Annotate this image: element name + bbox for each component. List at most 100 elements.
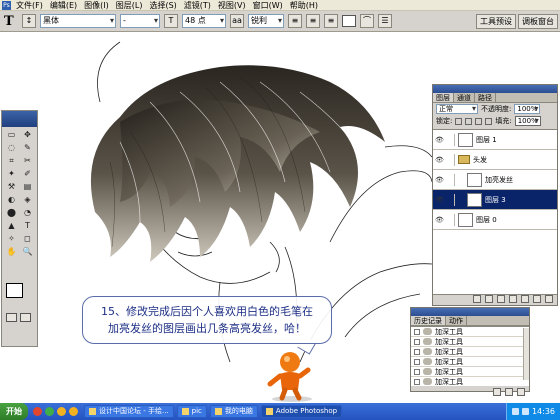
align-left-icon[interactable]: ≡ <box>288 14 302 28</box>
folder-quicklaunch-icon[interactable] <box>57 407 66 416</box>
menu-item-8[interactable]: 帮助(H) <box>290 0 318 11</box>
menu-item-5[interactable]: 滤镜(T) <box>184 0 211 11</box>
antialias-select[interactable]: 锐利 <box>248 14 284 28</box>
layer-row[interactable]: 👁 图层 3 <box>433 190 557 210</box>
tool-12-icon[interactable]: ⬤ <box>4 207 19 219</box>
menu-item-4[interactable]: 选择(S) <box>149 0 176 11</box>
tool-2-icon[interactable]: ◌ <box>4 142 19 154</box>
folder2-quicklaunch-icon[interactable] <box>69 407 78 416</box>
layer-link-slot[interactable] <box>445 153 455 166</box>
tool-6-icon[interactable]: ✦ <box>4 168 19 180</box>
menu-item-2[interactable]: 图像(I) <box>84 0 109 11</box>
palette-well-1[interactable]: 调板窗台 <box>518 14 558 29</box>
warp-text-icon[interactable]: ⌒ <box>360 14 374 28</box>
tool-3-icon[interactable]: ✎ <box>20 142 35 154</box>
font-size-select[interactable]: 48 点 <box>182 14 226 28</box>
menu-item-1[interactable]: 编辑(E) <box>50 0 77 11</box>
layer-link-slot[interactable] <box>445 133 455 146</box>
visibility-eye-icon[interactable]: 👁 <box>435 196 445 204</box>
layers-palette-titlebar[interactable] <box>433 85 557 93</box>
snapshot-icon[interactable] <box>505 388 513 396</box>
layer-row[interactable]: 👁 头发 <box>433 150 557 170</box>
visibility-eye-icon[interactable]: 👁 <box>435 136 445 144</box>
lock-transparent-icon[interactable] <box>455 117 463 125</box>
tool-0-icon[interactable]: ▭ <box>4 129 19 141</box>
visibility-eye-icon[interactable]: 👁 <box>435 156 445 164</box>
tool-10-icon[interactable]: ◐ <box>4 194 19 206</box>
blend-mode-select[interactable]: 正常 <box>436 104 478 114</box>
menu-item-7[interactable]: 窗口(W) <box>253 0 283 11</box>
text-orientation-button[interactable]: ↕ <box>22 14 36 28</box>
type-tool-icon[interactable]: T <box>4 14 18 29</box>
new-document-from-state-icon[interactable] <box>493 388 501 396</box>
start-button[interactable]: 开始 <box>0 403 28 420</box>
tool-9-icon[interactable]: ▤ <box>20 181 35 193</box>
tool-1-icon[interactable]: ✥ <box>20 129 35 141</box>
tab-layers-0[interactable]: 图层 <box>433 93 454 102</box>
tool-8-icon[interactable]: ⚒ <box>4 181 19 193</box>
tool-19-icon[interactable]: 🔍 <box>20 246 35 258</box>
lock-position-icon[interactable] <box>475 117 483 125</box>
palette-well-0[interactable]: 工具预设 <box>476 14 516 29</box>
delete-state-icon[interactable] <box>517 388 525 396</box>
taskbar-button[interactable]: pic <box>176 405 207 418</box>
network-icon[interactable] <box>521 408 529 415</box>
history-item[interactable]: 加深工具 <box>411 337 529 347</box>
tool-15-icon[interactable]: T <box>20 220 35 232</box>
volume-icon[interactable] <box>511 408 519 415</box>
history-source-box[interactable] <box>414 378 420 385</box>
layer-row[interactable]: 👁 图层 0 <box>433 210 557 230</box>
history-item[interactable]: 加深工具 <box>411 357 529 367</box>
menu-item-3[interactable]: 图层(L) <box>116 0 143 11</box>
tab-history-1[interactable]: 动作 <box>446 316 467 325</box>
taskbar-button[interactable]: 设计中国论坛 - 手绘... <box>84 405 174 418</box>
visibility-eye-icon[interactable]: 👁 <box>435 216 445 224</box>
clock[interactable]: 14:36 <box>532 407 555 416</box>
tool-11-icon[interactable]: ◈ <box>20 194 35 206</box>
new-group-icon[interactable] <box>521 295 529 303</box>
layer-link-slot[interactable] <box>445 173 455 186</box>
history-source-box[interactable] <box>414 358 420 365</box>
menu-item-6[interactable]: 视图(V) <box>218 0 246 11</box>
history-palette-titlebar[interactable] <box>411 308 529 316</box>
layer-style-icon[interactable] <box>485 295 493 303</box>
visibility-eye-icon[interactable]: 👁 <box>435 176 445 184</box>
taskbar-button[interactable]: Adobe Photoshop <box>260 405 343 418</box>
font-family-select[interactable]: 黑体 <box>40 14 116 28</box>
tool-18-icon[interactable]: ✋ <box>4 246 19 258</box>
standard-mode-button[interactable] <box>6 313 17 322</box>
layer-mask-icon[interactable] <box>497 295 505 303</box>
layer-row[interactable]: 👁 加亮发丝 <box>433 170 557 190</box>
tool-14-icon[interactable]: ▲ <box>4 220 19 232</box>
tab-layers-2[interactable]: 路径 <box>475 93 496 102</box>
text-color-swatch[interactable] <box>342 15 356 27</box>
tool-5-icon[interactable]: ✂ <box>20 155 35 167</box>
history-source-box[interactable] <box>414 338 420 345</box>
foreground-color-swatch[interactable] <box>6 283 23 298</box>
lock-all-icon[interactable] <box>485 117 493 125</box>
tool-16-icon[interactable]: ✧ <box>4 233 19 245</box>
tool-13-icon[interactable]: ◔ <box>20 207 35 219</box>
new-layer-icon[interactable] <box>533 295 541 303</box>
menu-item-0[interactable]: 文件(F) <box>16 0 43 11</box>
history-item[interactable]: 加深工具 <box>411 367 529 377</box>
layer-link-slot[interactable] <box>445 213 455 226</box>
tab-layers-1[interactable]: 通道 <box>454 93 475 102</box>
align-right-icon[interactable]: ≡ <box>324 14 338 28</box>
tool-17-icon[interactable]: ◻ <box>20 233 35 245</box>
layer-link-slot[interactable] <box>445 193 455 206</box>
browser-quicklaunch-icon[interactable] <box>33 407 42 416</box>
tab-history-0[interactable]: 历史记录 <box>411 316 446 325</box>
history-source-box[interactable] <box>414 368 420 375</box>
font-style-select[interactable]: - <box>120 14 160 28</box>
photoshop-app-icon[interactable]: Ps <box>2 0 11 10</box>
tool-7-icon[interactable]: ✐ <box>20 168 35 180</box>
taskbar-button[interactable]: 我的电脑 <box>209 405 258 418</box>
history-item[interactable]: 加深工具 <box>411 327 529 337</box>
link-layers-icon[interactable] <box>473 295 481 303</box>
fill-input[interactable]: 100% <box>514 116 541 126</box>
tool-4-icon[interactable]: ⌗ <box>4 155 19 167</box>
app-quicklaunch-icon[interactable] <box>45 407 54 416</box>
quickmask-mode-button[interactable] <box>20 313 31 322</box>
align-center-icon[interactable]: ≡ <box>306 14 320 28</box>
